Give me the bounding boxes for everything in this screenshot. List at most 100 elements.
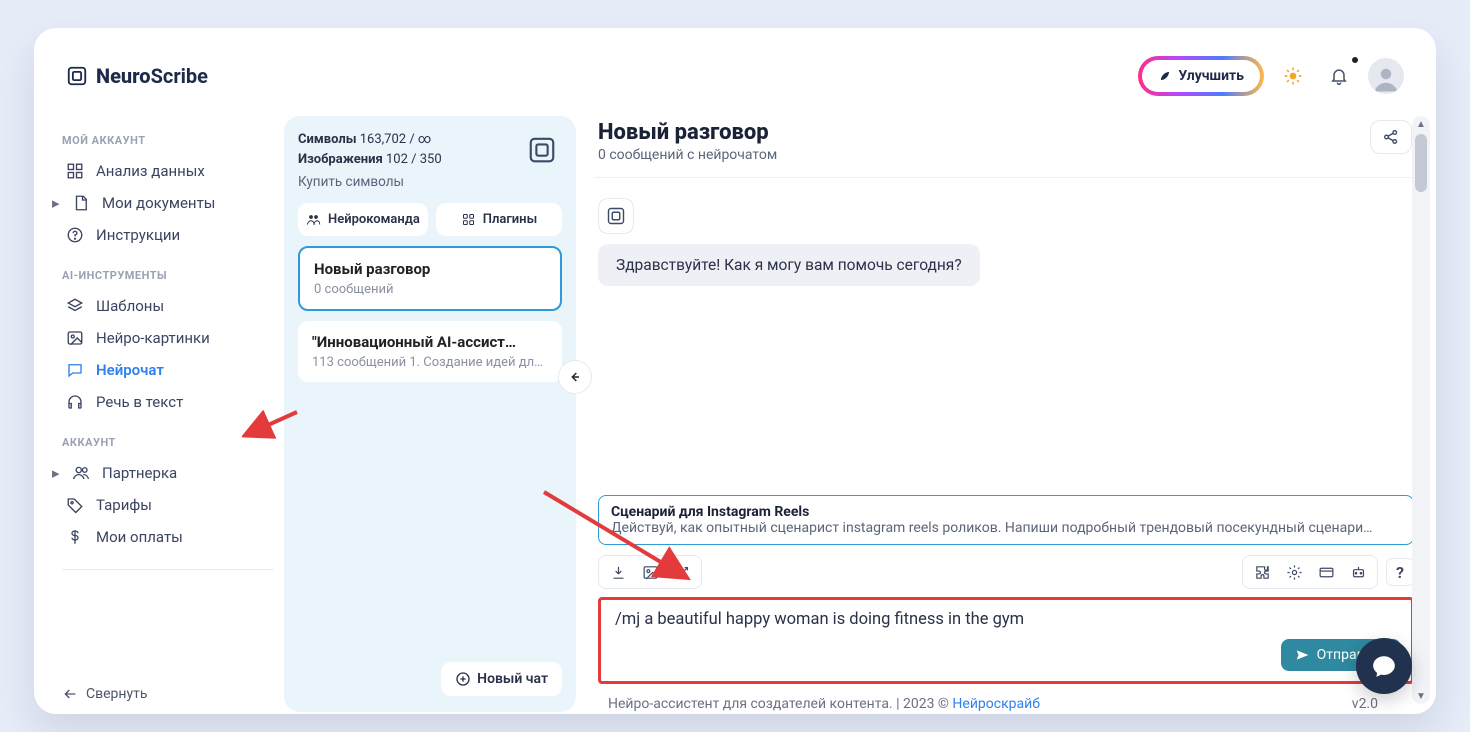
sidebar-label: Мои документы <box>102 194 215 212</box>
avatar-icon <box>1371 64 1401 94</box>
sidebar-item-documents[interactable]: ▸ Мои документы <box>62 187 284 219</box>
brand-logo[interactable]: NeuroScribe <box>66 64 208 88</box>
sidebar-label: Партнерка <box>102 464 177 482</box>
conversation-item-active[interactable]: Новый разговор 0 сообщений <box>298 246 562 311</box>
scroll-thumb[interactable] <box>1415 134 1427 192</box>
headphones-icon <box>66 393 84 411</box>
sidebar-item-instructions[interactable]: Инструкции <box>62 219 284 251</box>
conversation-title: Новый разговор <box>314 260 546 278</box>
sidebar-divider <box>62 569 274 570</box>
notifications-button[interactable] <box>1322 59 1356 93</box>
scenario-title: Сценарий для Instagram Reels <box>611 504 1401 520</box>
settings-tool[interactable] <box>1281 560 1307 584</box>
notification-dot <box>1352 57 1358 63</box>
team-icon <box>306 212 321 227</box>
puzzle-icon <box>1254 564 1271 581</box>
brand-light: Scribe <box>151 64 208 88</box>
image-icon <box>66 329 84 347</box>
document-icon <box>72 194 90 212</box>
collapse-icon <box>62 686 78 702</box>
bell-icon <box>1329 66 1349 86</box>
sidebar-label: Нейро-картинки <box>96 329 210 347</box>
vertical-scrollbar[interactable]: ▲ ▼ <box>1412 116 1430 704</box>
panel-toggle[interactable] <box>558 360 592 394</box>
usage-stats: Символы 163,702 / ∞ Изображения 102 / 35… <box>298 130 562 193</box>
sidebar-label: Нейрочат <box>96 361 164 379</box>
images-label: Изображения <box>298 152 383 167</box>
plus-circle-icon <box>455 671 471 687</box>
symbols-label: Символы <box>298 132 356 147</box>
help-tool[interactable]: ? <box>1386 558 1414 586</box>
picture-icon <box>642 564 659 581</box>
plugins-button[interactable]: Плагины <box>436 203 562 236</box>
theme-toggle[interactable] <box>1276 59 1310 93</box>
grid-icon <box>66 162 84 180</box>
scroll-up-icon[interactable]: ▲ <box>1412 116 1430 132</box>
sidebar-item-payments[interactable]: Мои оплаты <box>62 521 284 553</box>
sidebar-item-templates[interactable]: Шаблоны <box>62 290 284 322</box>
scroll-track[interactable] <box>1412 194 1430 688</box>
conversation-sub: 0 сообщений <box>314 282 546 297</box>
scenario-card[interactable]: Сценарий для Instagram Reels Действуй, к… <box>598 495 1414 545</box>
help-icon <box>66 226 84 244</box>
plugins-icon <box>461 212 476 227</box>
chat-bubble-icon <box>1371 653 1397 679</box>
collapse-sidebar[interactable]: Свернуть <box>62 678 284 702</box>
gear-icon <box>1286 564 1303 581</box>
sidebar-label: Шаблоны <box>96 297 164 315</box>
sidebar-item-partner[interactable]: ▸ Партнерка <box>62 457 284 489</box>
sidebar-item-tariffs[interactable]: Тарифы <box>62 489 284 521</box>
sidebar-section-account2: АККАУНТ <box>62 436 284 449</box>
chat-header: Новый разговор 0 сообщений с нейрочатом <box>594 116 1418 178</box>
robot-tool[interactable] <box>1345 560 1371 584</box>
neuroteam-label: Нейрокоманда <box>328 212 420 227</box>
scroll-down-icon[interactable]: ▼ <box>1412 688 1430 704</box>
sidebar-item-speech[interactable]: Речь в текст <box>62 386 284 418</box>
download-tool[interactable] <box>605 560 631 584</box>
magic-tool[interactable] <box>669 560 695 584</box>
composer-toolbar: ? <box>598 555 1414 589</box>
sidebar-item-analytics[interactable]: Анализ данных <box>62 155 284 187</box>
conversation-item[interactable]: "Инновационный AI-ассист… 113 сообщений … <box>298 321 562 382</box>
topbar: NeuroScribe Улучшить <box>34 28 1436 106</box>
conversation-panel: Символы 163,702 / ∞ Изображения 102 / 35… <box>284 116 576 712</box>
arrow-left-icon <box>567 369 583 385</box>
brand-icon <box>66 65 88 87</box>
main-area: Символы 163,702 / ∞ Изображения 102 / 35… <box>284 106 1436 714</box>
robot-icon <box>1350 564 1367 581</box>
messages: Здравствуйте! Как я могу вам помочь сего… <box>594 178 1418 495</box>
card-tool[interactable] <box>1313 560 1339 584</box>
composer-area: Сценарий для Instagram Reels Действуй, к… <box>594 495 1418 690</box>
assistant-avatar <box>598 198 634 234</box>
share-button[interactable] <box>1370 120 1412 154</box>
sidebar-label: Речь в текст <box>96 393 183 411</box>
footer-link[interactable]: Нейроскрайб <box>952 696 1040 712</box>
extension-tool[interactable] <box>1249 560 1275 584</box>
plugins-label: Плагины <box>483 212 537 227</box>
buy-symbols-link[interactable]: Купить символы <box>298 172 512 193</box>
image-tool[interactable] <box>637 560 663 584</box>
sidebar-label: Мои оплаты <box>96 528 183 546</box>
chat-subtitle: 0 сообщений с нейрочатом <box>598 147 777 163</box>
conversation-title: "Инновационный AI-ассист… <box>312 333 548 351</box>
composer-input[interactable]: /mj a beautiful happy woman is doing fit… <box>615 610 1401 629</box>
caret-right-icon: ▸ <box>52 194 60 212</box>
tag-icon <box>66 496 84 514</box>
sidebar-item-neurochat[interactable]: Нейрочат <box>62 354 284 386</box>
new-chat-button[interactable]: Новый чат <box>441 662 562 696</box>
help-chat-bubble[interactable] <box>1356 638 1412 694</box>
rocket-icon <box>1158 69 1172 83</box>
download-icon <box>610 564 627 581</box>
sun-icon <box>1283 66 1303 86</box>
chat-title: Новый разговор <box>598 120 777 145</box>
card-icon <box>1318 564 1335 581</box>
chat-icon <box>66 361 84 379</box>
sidebar-item-neuroimages[interactable]: Нейро-картинки <box>62 322 284 354</box>
footer-text: Нейро-ассистент для создателей контента.… <box>608 696 952 712</box>
upgrade-button[interactable]: Улучшить <box>1138 56 1264 96</box>
user-avatar[interactable] <box>1368 58 1404 94</box>
neuroteam-button[interactable]: Нейрокоманда <box>298 203 428 236</box>
scenario-body: Действуй, как опытный сценарист instagra… <box>611 520 1401 536</box>
composer: /mj a beautiful happy woman is doing fit… <box>598 597 1414 684</box>
symbols-value: 163,702 / ∞ <box>360 132 432 147</box>
